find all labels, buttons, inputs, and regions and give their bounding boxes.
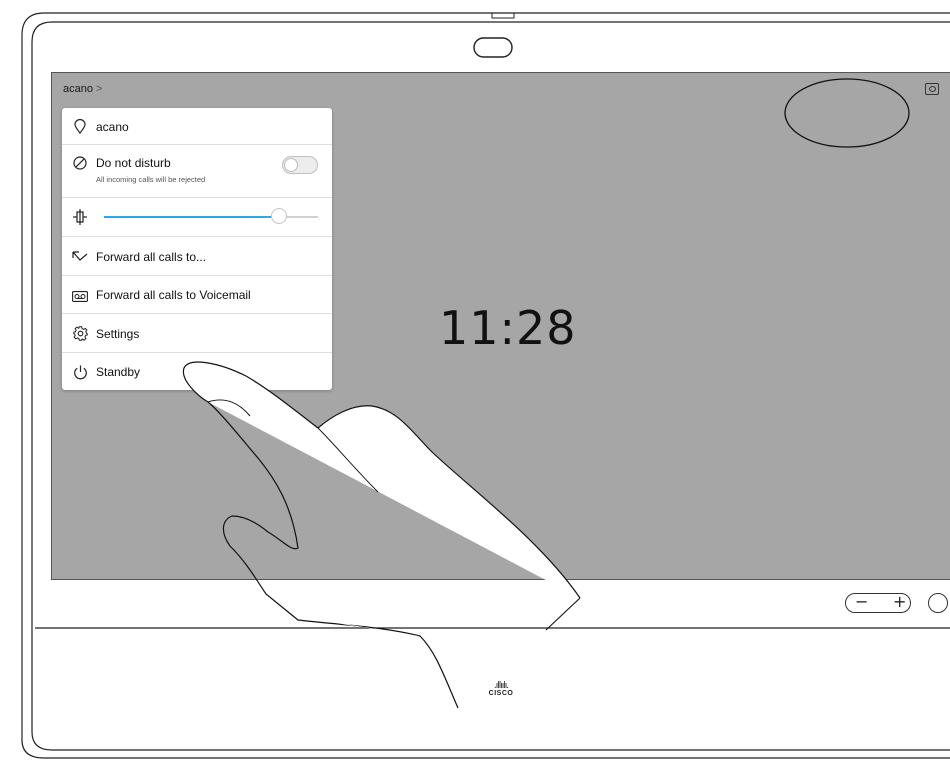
volume-down-button[interactable]: −	[855, 594, 868, 610]
brand-name: CISCO	[488, 690, 514, 697]
volume-up-button[interactable]: +	[893, 594, 906, 610]
highlight-circle	[784, 78, 910, 148]
cisco-bars-icon: .ıllıılı.	[493, 681, 509, 691]
volume-control[interactable]: − +	[845, 593, 911, 613]
hand-illustration	[182, 78, 910, 709]
cisco-logo: .ıllıılı. CISCO	[478, 681, 524, 698]
home-button[interactable]	[928, 593, 948, 613]
